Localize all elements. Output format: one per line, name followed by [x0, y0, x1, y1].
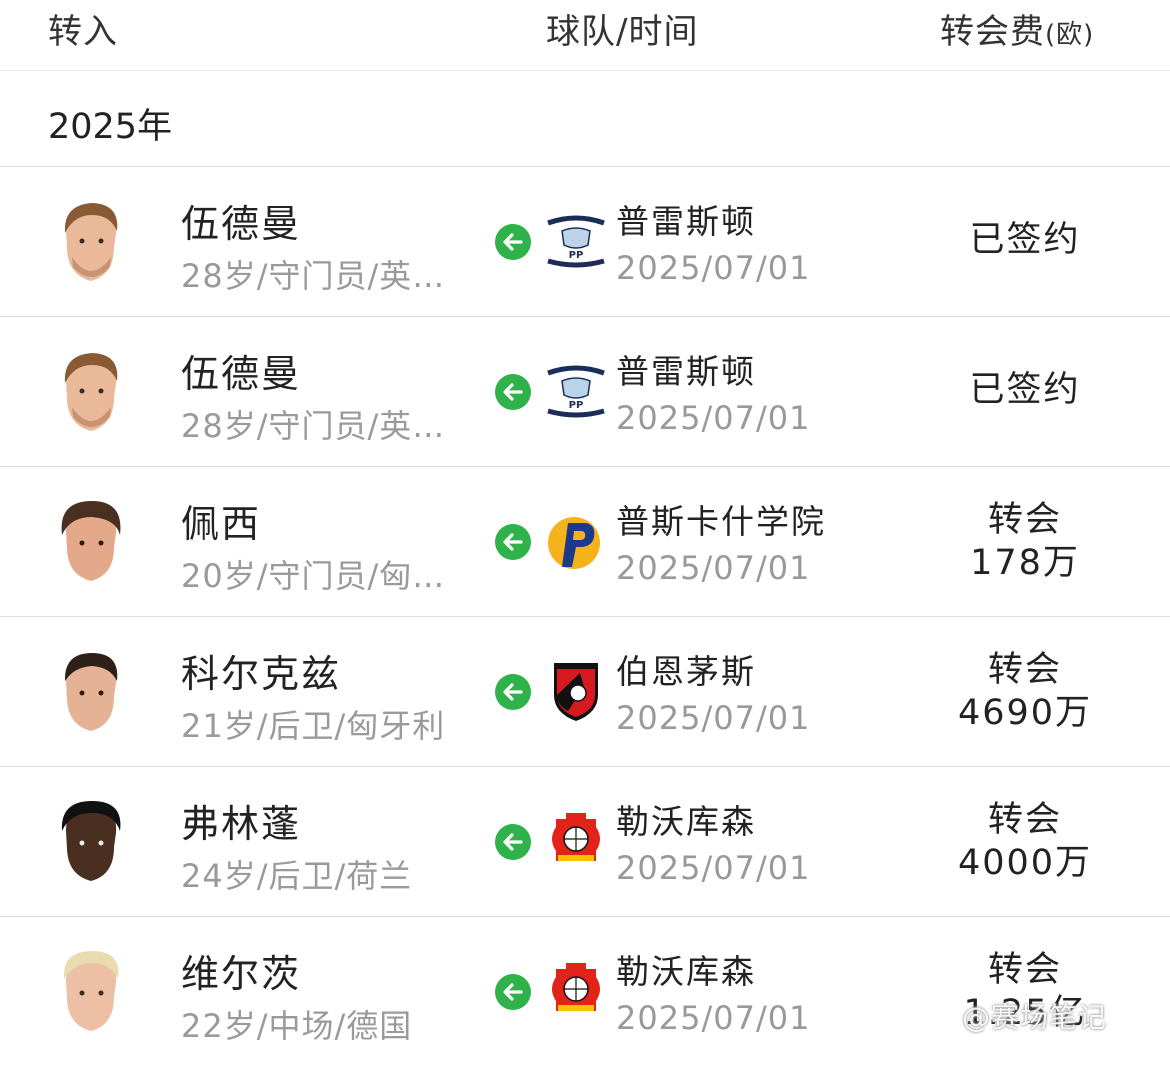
player-name: 维尔茨 — [181, 952, 302, 996]
transfer-date: 2025/07/01 — [616, 699, 811, 737]
player-name: 佩西 — [181, 502, 262, 546]
arrow-left-icon — [495, 374, 531, 410]
player-avatar — [63, 951, 119, 1031]
transfer-row[interactable]: 科尔克兹 21岁/后卫/匈牙利 伯恩茅斯 2025/07/01 转会 4690万 — [0, 617, 1170, 767]
arrow-left-icon — [495, 674, 531, 710]
watermark: @赛场笔记 — [962, 1001, 1108, 1034]
fee-type: 转会 — [987, 950, 1062, 990]
arrow-left-icon — [495, 524, 531, 560]
header-team-time: 球队/时间 — [546, 12, 699, 52]
club-name: 勒沃库森 — [616, 802, 756, 841]
fee-amount: 4690万 — [957, 693, 1093, 733]
player-name: 伍德曼 — [181, 202, 302, 246]
header-fee-label: 转会费 — [940, 12, 1045, 52]
header-transfer-fee: 转会费(欧) — [940, 4, 1094, 53]
transfer-fee: 转会 178万 — [930, 499, 1120, 585]
arrow-left-icon — [495, 974, 531, 1010]
arrow-left-icon — [495, 224, 531, 260]
preston-logo: PP — [546, 365, 606, 418]
transfer-fee: 已签约 — [930, 219, 1120, 262]
header-transfer-in: 转入 — [48, 12, 118, 52]
year-label: 2025年 — [48, 107, 173, 147]
transfer-fee: 转会 4000万 — [930, 799, 1120, 885]
player-avatar — [64, 353, 118, 431]
player-info: 24岁/后卫/荷兰 — [181, 857, 413, 895]
player-avatar — [64, 653, 118, 731]
player-avatar — [61, 801, 121, 881]
transfer-fee: 已签约 — [930, 369, 1120, 412]
club-name: 普雷斯顿 — [616, 352, 756, 391]
player-info: 20岁/守门员/匈… — [181, 557, 446, 595]
fee-amount: 178万 — [970, 543, 1080, 583]
fee-type: 转会 — [987, 650, 1062, 690]
transfer-row[interactable]: 弗林蓬 24岁/后卫/荷兰 勒沃库森 2025/07/01 转会 4000万 — [0, 767, 1170, 917]
transfer-date: 2025/07/01 — [616, 249, 811, 287]
transfer-row[interactable]: 维尔茨 22岁/中场/德国 勒沃库森 2025/07/01 转会 1.25亿 — [0, 917, 1170, 1066]
transfer-date: 2025/07/01 — [616, 999, 811, 1037]
player-info: 28岁/守门员/英… — [181, 407, 446, 445]
table-header: 转入 球队/时间 转会费(欧) — [0, 0, 1170, 71]
fee-amount: 4000万 — [957, 843, 1093, 883]
transfer-row[interactable]: 伍德曼 28岁/守门员/英… PP 普雷斯顿 2025/07/01 已签约 — [0, 317, 1170, 467]
player-avatar — [61, 501, 121, 581]
player-info: 21岁/后卫/匈牙利 — [181, 707, 446, 745]
player-name: 伍德曼 — [181, 352, 302, 396]
year-section-header: 2025年 — [0, 70, 1170, 167]
arrow-left-icon — [495, 824, 531, 860]
svg-text:PP: PP — [569, 250, 584, 261]
transfer-row[interactable]: 佩西 20岁/守门员/匈… 普斯卡什学院 2025/07/01 转会 178万 — [0, 467, 1170, 617]
transfer-row[interactable]: 伍德曼 28岁/守门员/英… PP 普雷斯顿 2025/07/01 已签约 — [0, 167, 1170, 317]
transfer-date: 2025/07/01 — [616, 549, 811, 587]
puskas-logo — [548, 517, 600, 569]
player-info: 28岁/守门员/英… — [181, 257, 446, 295]
fee-type: 转会 — [987, 500, 1062, 540]
fee-type: 转会 — [987, 800, 1062, 840]
fee-status: 已签约 — [969, 370, 1081, 410]
player-name: 弗林蓬 — [181, 802, 302, 846]
preston-logo: PP — [546, 215, 606, 268]
transfer-date: 2025/07/01 — [616, 399, 811, 437]
transfer-fee: 转会 4690万 — [930, 649, 1120, 735]
club-name: 伯恩茅斯 — [616, 652, 756, 691]
transfer-date: 2025/07/01 — [616, 849, 811, 887]
club-name: 勒沃库森 — [616, 952, 756, 991]
player-avatar — [64, 203, 118, 281]
player-name: 科尔克兹 — [181, 652, 342, 696]
leverkusen-logo — [552, 963, 600, 1011]
svg-text:PP: PP — [569, 400, 584, 411]
club-name: 普斯卡什学院 — [616, 502, 826, 541]
club-name: 普雷斯顿 — [616, 202, 756, 241]
player-info: 22岁/中场/德国 — [181, 1007, 413, 1045]
bournemouth-logo — [554, 663, 598, 721]
header-fee-unit: (欧) — [1045, 20, 1095, 50]
leverkusen-logo — [552, 813, 600, 861]
fee-status: 已签约 — [969, 220, 1081, 260]
